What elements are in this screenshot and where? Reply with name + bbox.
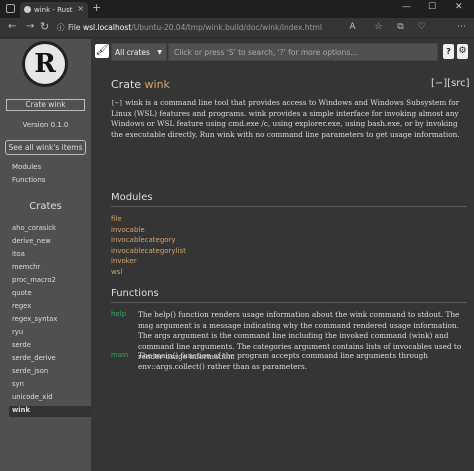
url-host: wsl.localhost: [83, 23, 132, 32]
reload-icon[interactable]: ↻: [40, 20, 49, 33]
crate-select[interactable]: All crates ▼: [111, 43, 167, 61]
page-title: Crate wink: [111, 78, 170, 91]
tab-title: wink - Rust: [34, 6, 73, 14]
crate-link-regex-syntax[interactable]: regex_syntax: [12, 315, 57, 323]
new-tab-button[interactable]: +: [92, 1, 101, 14]
close-window-icon[interactable]: ✕: [455, 2, 463, 12]
crate-select-value: All crates: [115, 48, 150, 57]
description-text: wink is a command line tool that provide…: [111, 98, 460, 139]
crate-link-unicode-xid[interactable]: unicode_xid: [12, 393, 53, 401]
forward-icon[interactable]: →: [26, 21, 34, 32]
crate-link-derive-new[interactable]: derive_new: [12, 237, 51, 245]
maximize-icon[interactable]: ☐: [428, 2, 436, 12]
crate-link-aho-corasick[interactable]: aho_corasick: [12, 224, 56, 232]
crate-version: Version 0.1.0: [22, 121, 69, 129]
crate-link-regex[interactable]: regex: [12, 302, 31, 310]
collections-icon[interactable]: ♡: [416, 22, 427, 33]
more-menu-icon[interactable]: ⋯: [456, 22, 467, 33]
title-crate-link[interactable]: wink: [145, 78, 170, 91]
close-tab-icon[interactable]: ×: [77, 4, 84, 13]
module-link-invocablecategorylist[interactable]: invocablecategorylist: [111, 247, 186, 255]
crate-link-serde-derive[interactable]: serde_derive: [12, 354, 56, 362]
address-bar-row: ← → ↻ ⓘ File wsl.localhost/Ubuntu-20.04/…: [0, 18, 474, 52]
module-link-invocablecategory[interactable]: invocablecategory: [111, 236, 176, 244]
crate-link-wink[interactable]: wink: [12, 406, 30, 414]
browser-window: wink - Rust × + — ☐ ✕ ← → ↻ ⓘ File wsl.l…: [0, 0, 474, 471]
module-link-wsl[interactable]: wsl: [111, 268, 122, 276]
crate-link-quote[interactable]: quote: [12, 289, 32, 297]
reader-icon[interactable]: A: [347, 22, 358, 33]
module-link-invoker[interactable]: invoker: [111, 257, 137, 265]
crate-link-itoa[interactable]: itoa: [12, 250, 25, 258]
theme-brush-icon[interactable]: 🖌: [95, 44, 109, 58]
rustdoc-page: R Crate wink Version 0.1.0 See all wink'…: [0, 39, 474, 471]
help-button[interactable]: ?: [443, 44, 454, 59]
crate-link-serde-json[interactable]: serde_json: [12, 367, 48, 375]
search-row: 🖌 All crates ▼ Click or press 'S' to sea…: [91, 41, 474, 63]
crate-link-syn[interactable]: syn: [12, 380, 24, 388]
favorite-icon[interactable]: ☆: [373, 22, 384, 33]
module-link-invocable[interactable]: invocable: [111, 226, 145, 234]
functions-divider: [111, 302, 467, 303]
gear-icon[interactable]: ⚙: [457, 44, 468, 59]
function-link-help[interactable]: help: [111, 310, 126, 318]
title-prefix: Crate: [111, 78, 145, 91]
crate-link-ryu[interactable]: ryu: [12, 328, 23, 336]
tab-strip: wink - Rust × + — ☐ ✕: [0, 0, 474, 18]
rust-logo[interactable]: R: [22, 41, 68, 87]
module-link-file[interactable]: file: [111, 215, 122, 223]
function-link-main[interactable]: main: [111, 351, 129, 359]
file-label: File: [68, 23, 81, 32]
crate-description: [−] wink is a command line tool that pro…: [111, 98, 467, 140]
src-link[interactable]: [−][src]: [431, 78, 470, 89]
functions-heading: Functions: [111, 288, 159, 299]
url-path: /Ubuntu-20.04/tmp/wink.build/doc/wink/in…: [131, 23, 322, 32]
sidebar-item-modules[interactable]: Modules: [12, 163, 41, 171]
chevron-down-icon: ▼: [157, 49, 162, 56]
search-input[interactable]: Click or press 'S' to search, '?' for mo…: [168, 43, 438, 61]
rust-favicon-icon: [24, 6, 31, 13]
collapse-toggle[interactable]: [−]: [111, 99, 123, 107]
back-icon[interactable]: ←: [8, 21, 16, 32]
url-field[interactable]: wsl.localhost/Ubuntu-20.04/tmp/wink.buil…: [83, 21, 353, 35]
sidebar: R Crate wink Version 0.1.0 See all wink'…: [0, 39, 91, 471]
minimize-icon[interactable]: —: [402, 2, 411, 12]
all-items-button[interactable]: See all wink's items: [5, 140, 86, 155]
tab-actions-icon[interactable]: [6, 4, 15, 13]
modules-divider: [111, 206, 467, 207]
crate-link-proc-macro2[interactable]: proc_macro2: [12, 276, 56, 284]
function-desc-main: The main() function of the program accep…: [138, 351, 428, 371]
crates-heading: Crates: [29, 201, 62, 212]
crate-name-button[interactable]: Crate wink: [6, 99, 85, 111]
extensions-icon[interactable]: ⧉: [395, 22, 406, 33]
site-info-icon[interactable]: ⓘ: [57, 21, 65, 35]
modules-heading: Modules: [111, 192, 153, 203]
crate-link-serde[interactable]: serde: [12, 341, 31, 349]
crate-link-memchr[interactable]: memchr: [12, 263, 40, 271]
sidebar-item-functions[interactable]: Functions: [12, 176, 45, 184]
tab-active[interactable]: wink - Rust ×: [20, 2, 88, 18]
